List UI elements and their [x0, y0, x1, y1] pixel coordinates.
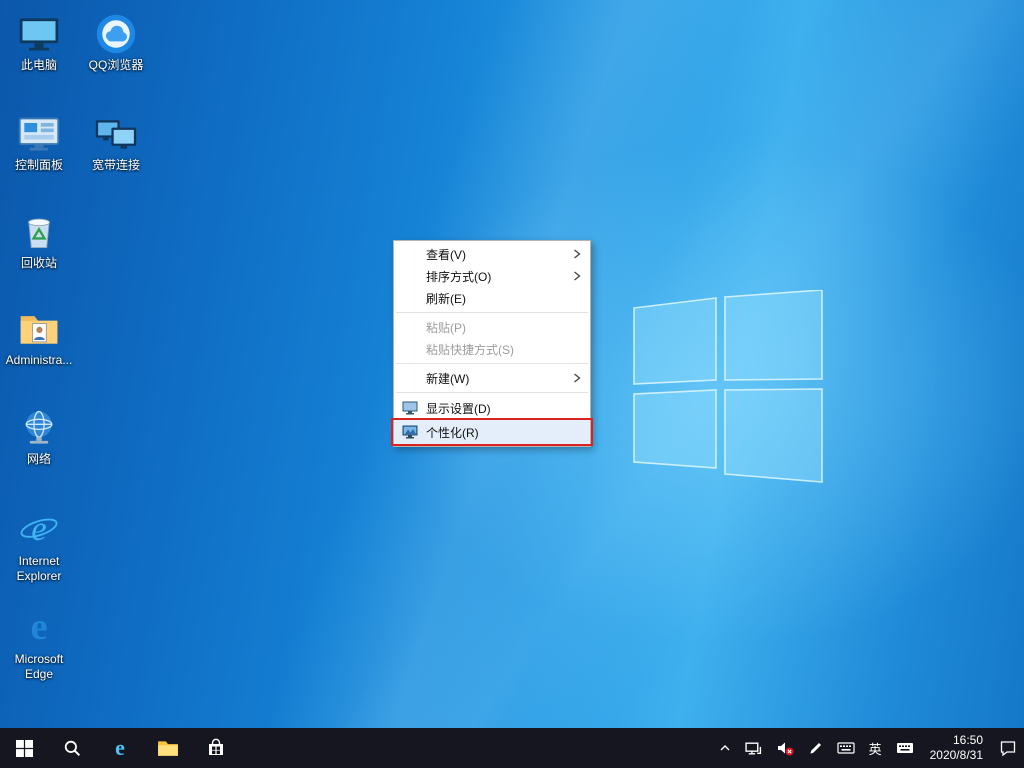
- desktop-icon-recycle-bin[interactable]: 回收站: [1, 210, 77, 271]
- menu-item-display-settings[interactable]: 显示设置(D): [394, 396, 590, 420]
- this-pc-icon: [17, 12, 61, 56]
- microsoft-store-icon: [206, 738, 226, 758]
- clock-date: 2020/8/31: [930, 748, 983, 763]
- recycle-bin-icon: [17, 210, 61, 254]
- microsoft-store-button[interactable]: [192, 728, 240, 768]
- menu-item-label: 查看(V): [426, 246, 466, 263]
- menu-item-refresh[interactable]: 刷新(E): [394, 287, 590, 309]
- search-icon: [63, 739, 81, 757]
- svg-text:e: e: [31, 509, 46, 548]
- user-folder-icon: [17, 307, 61, 351]
- desktop-icon-label: QQ浏览器: [89, 58, 144, 73]
- svg-text:e: e: [115, 736, 125, 760]
- menu-item-label: 刷新(E): [426, 290, 466, 307]
- desktop-icon-network[interactable]: 网络: [1, 406, 77, 467]
- desktop-icon-broadband[interactable]: 宽带连接: [78, 112, 154, 173]
- taskbar-clock[interactable]: 16:50 2020/8/31: [921, 728, 992, 768]
- microsoft-edge-icon: e: [17, 606, 61, 650]
- touch-keyboard-icon: [896, 739, 914, 757]
- menu-item-new[interactable]: 新建(W): [394, 367, 590, 389]
- edge-taskbar-button[interactable]: e: [96, 728, 144, 768]
- ime-language-label: 英: [869, 739, 882, 758]
- clock-time: 16:50: [953, 733, 983, 748]
- menu-item-paste-shortcut: 粘贴快捷方式(S): [394, 338, 590, 360]
- pen-icon: [808, 741, 823, 756]
- desktop-icon-label: 此电脑: [21, 58, 57, 73]
- menu-item-paste: 粘贴(P): [394, 316, 590, 338]
- broadband-connection-icon: [94, 112, 138, 156]
- search-button[interactable]: [48, 728, 96, 768]
- desktop-icon-label: Internet Explorer: [1, 554, 77, 584]
- action-center-icon: [999, 739, 1017, 757]
- desktop-icon-qq-browser[interactable]: QQ浏览器: [78, 12, 154, 73]
- touch-keyboard-button[interactable]: [889, 728, 921, 768]
- desktop-icon-administrator[interactable]: Administra...: [1, 307, 77, 368]
- qq-browser-icon: [94, 12, 138, 56]
- desktop-icon-label: Microsoft Edge: [1, 652, 77, 682]
- ime-tray-button[interactable]: [830, 728, 862, 768]
- menu-item-personalize[interactable]: 个性化(R): [394, 420, 590, 444]
- menu-item-label: 显示设置(D): [426, 400, 491, 417]
- menu-item-view[interactable]: 查看(V): [394, 243, 590, 265]
- menu-item-label: 个性化(R): [426, 424, 479, 441]
- chevron-up-icon: [719, 742, 731, 754]
- control-panel-icon: [17, 112, 61, 156]
- submenu-chevron-icon: [573, 271, 581, 281]
- menu-item-label: 粘贴快捷方式(S): [426, 341, 514, 358]
- menu-separator: [396, 392, 588, 393]
- desktop-icon-microsoft-edge[interactable]: e Microsoft Edge: [1, 606, 77, 682]
- system-tray: 英 16:50 2020/8/31: [712, 728, 1024, 768]
- submenu-chevron-icon: [573, 249, 581, 259]
- desktop-context-menu: 查看(V) 排序方式(O) 刷新(E) 粘贴(P) 粘贴快捷方式(S) 新建(W…: [393, 240, 591, 447]
- ime-keyboard-icon: [837, 739, 855, 757]
- tray-expand-button[interactable]: [712, 728, 738, 768]
- desktop-icon-internet-explorer[interactable]: e Internet Explorer: [1, 508, 77, 584]
- svg-text:e: e: [30, 606, 47, 648]
- desktop-icon-label: 控制面板: [15, 158, 63, 173]
- taskbar-left: e: [0, 728, 240, 768]
- network-tray-button[interactable]: [738, 728, 769, 768]
- desktop-icon-label: 宽带连接: [92, 158, 140, 173]
- action-center-button[interactable]: [992, 728, 1024, 768]
- desktop-icon-control-panel[interactable]: 控制面板: [1, 112, 77, 173]
- annotation-red-box: [391, 418, 593, 446]
- desktop-icon-label: 网络: [27, 452, 51, 467]
- menu-item-label: 排序方式(O): [426, 268, 491, 285]
- taskbar: e: [0, 728, 1024, 768]
- desktop-icon-this-pc[interactable]: 此电脑: [1, 12, 77, 73]
- network-ethernet-icon: [745, 740, 762, 757]
- network-globe-icon: [17, 406, 61, 450]
- windows-wallpaper-logo: [628, 290, 828, 486]
- submenu-chevron-icon: [573, 373, 581, 383]
- menu-item-label: 新建(W): [426, 370, 469, 387]
- desktop-icon-label: Administra...: [6, 353, 73, 368]
- menu-separator: [396, 312, 588, 313]
- menu-item-sort-by[interactable]: 排序方式(O): [394, 265, 590, 287]
- ime-language-indicator[interactable]: 英: [862, 728, 889, 768]
- volume-tray-button[interactable]: [769, 728, 801, 768]
- start-button[interactable]: [0, 728, 48, 768]
- file-explorer-icon: [157, 737, 179, 759]
- volume-muted-icon: [776, 739, 794, 757]
- desktop-wallpaper[interactable]: 此电脑 QQ浏览器 控制面板: [0, 0, 1024, 728]
- edge-icon: e: [108, 736, 132, 760]
- internet-explorer-icon: e: [17, 508, 61, 552]
- windows-start-icon: [16, 740, 33, 757]
- personalization-icon: [402, 424, 418, 440]
- menu-separator: [396, 363, 588, 364]
- display-settings-icon: [402, 400, 418, 416]
- menu-item-label: 粘贴(P): [426, 319, 466, 336]
- pen-tray-button[interactable]: [801, 728, 830, 768]
- desktop-icon-label: 回收站: [21, 256, 57, 271]
- file-explorer-button[interactable]: [144, 728, 192, 768]
